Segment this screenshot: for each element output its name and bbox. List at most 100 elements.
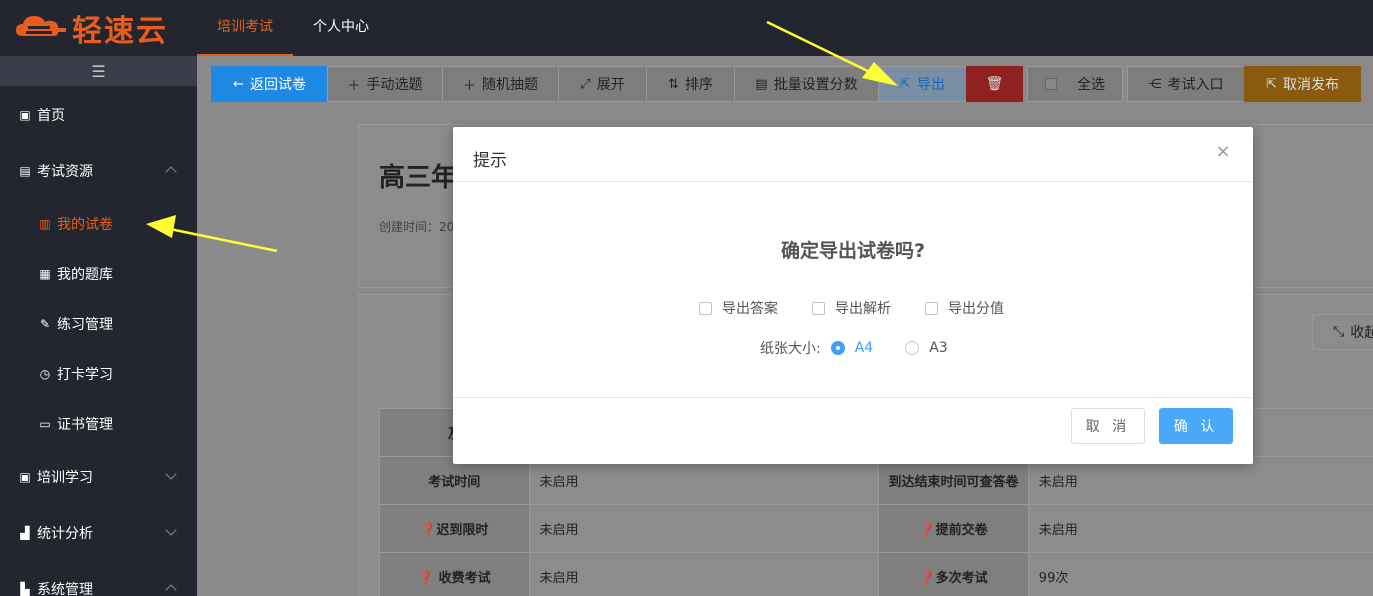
cancel-button[interactable]: 取 消 (1071, 408, 1145, 444)
top-bar: 轻速云 培训考试 个人中心 (0, 0, 1373, 56)
checkbox-icon[interactable] (812, 301, 825, 315)
option-label: 导出解析 (835, 301, 891, 317)
manual-select-button[interactable]: ＋ 手动选题 (327, 66, 443, 102)
checkbox-icon (1045, 78, 1057, 90)
chevron-up-icon (165, 166, 177, 178)
sidebar-item-label: 系统管理 (37, 582, 93, 596)
dialog-title: 提示 (473, 151, 507, 171)
exam-entry-button[interactable]: ⋲ 考试入口 (1127, 66, 1245, 102)
certificate-icon: ▭ (39, 417, 51, 431)
table-value: 未启用 (1027, 504, 1373, 553)
select-all-button[interactable]: 全选 (1027, 66, 1123, 102)
sidebar-item-label: 我的题库 (57, 267, 113, 283)
dialog-question: 确定导出试卷吗? (780, 240, 926, 262)
close-icon[interactable]: × (1215, 143, 1231, 161)
sidebar-toggle[interactable]: ☰ (0, 56, 197, 86)
sort-icon: ⇅ (668, 76, 679, 92)
sidebar-item-my-question-bank[interactable]: ▦ 我的题库 (0, 249, 197, 299)
sidebar: ☰ ▣ 首页 ▤ 考试资源 ▥ 我的试卷 ▦ 我的题库 ✎ 练习管理 ◷ 打卡学… (0, 56, 197, 596)
paper-title: 高三年 (379, 163, 458, 193)
sidebar-item-label: 考试资源 (37, 164, 93, 180)
export-options: 导出答案 导出解析 导出分值 (699, 298, 1038, 318)
button-label: 导出 (916, 77, 945, 93)
cloud-logo-icon (16, 16, 66, 36)
option-label: 导出分值 (948, 301, 1004, 317)
paper-size-row: 纸张大小: A4 A3 (760, 338, 948, 358)
expand-button[interactable]: ⤢ 展开 (558, 66, 647, 102)
sort-button[interactable]: ⇅ 排序 (646, 66, 735, 102)
checkbox-icon[interactable] (699, 301, 712, 315)
table-value: 未启用 (528, 552, 880, 596)
button-label: 随机抽题 (482, 77, 538, 93)
plus-icon: ＋ (347, 78, 361, 94)
back-to-papers-button[interactable]: ← 返回试卷 (211, 66, 328, 102)
sidebar-item-statistics[interactable]: ▟ 统计分析 (0, 508, 197, 558)
sidebar-item-training[interactable]: ▣ 培训学习 (0, 452, 197, 502)
question-bank-icon: ▦ (39, 267, 51, 281)
export-dialog: 提示 × 确定导出试卷吗? 导出答案 导出解析 导出分值 纸张大小: A4 A3… (453, 127, 1253, 464)
button-label: 取消发布 (1282, 77, 1339, 93)
option-export-answers[interactable]: 导出答案 (699, 298, 778, 318)
unpublish-button[interactable]: ⇱ 取消发布 (1244, 66, 1361, 102)
sidebar-item-label: 练习管理 (57, 317, 113, 333)
dialog-footer: 取 消 确 认 (453, 397, 1253, 464)
top-nav-training-exam[interactable]: 培训考试 (197, 0, 293, 56)
sidebar-item-label: 统计分析 (37, 526, 93, 542)
sidebar-item-my-papers[interactable]: ▥ 我的试卷 (0, 199, 197, 249)
checkbox-icon[interactable] (925, 301, 938, 315)
table-row: ❓迟到限时 未启用 ❓提前交卷 未启用 (379, 504, 1373, 553)
button-label: 全选 (1077, 77, 1105, 93)
dialog-header: 提示 × (453, 127, 1253, 182)
menu-icon: ☰ (91, 61, 106, 81)
button-label: 手动选题 (366, 77, 423, 93)
random-select-button[interactable]: ＋ 随机抽题 (442, 66, 559, 102)
chevron-down-icon (165, 524, 177, 536)
batch-score-button[interactable]: ▤ 批量设置分数 (734, 66, 879, 102)
radio-a4-label[interactable]: A4 (855, 340, 873, 356)
edit-icon: ⇱ (1266, 76, 1277, 92)
option-export-scores[interactable]: 导出分值 (925, 298, 1004, 318)
trash-icon: 🗑 (985, 76, 1004, 92)
top-nav: 培训考试 个人中心 (197, 0, 389, 56)
logo[interactable]: 轻速云 (14, 6, 184, 50)
settings-icon: ▙ (20, 582, 30, 596)
export-button[interactable]: ⇱ 导出 (878, 66, 967, 102)
exam-resource-icon: ▤ (19, 164, 31, 178)
sidebar-item-checkin[interactable]: ◷ 打卡学习 (0, 349, 197, 399)
pen-icon: ✎ (39, 317, 51, 331)
button-label: 排序 (684, 77, 713, 93)
confirm-button[interactable]: 确 认 (1159, 408, 1233, 444)
sidebar-item-home[interactable]: ▣ 首页 (0, 90, 197, 140)
sidebar-item-label: 我的试卷 (57, 217, 113, 233)
sidebar-item-exam-resources[interactable]: ▤ 考试资源 (0, 146, 197, 196)
table-label: ❓ 收费考试 (379, 552, 530, 596)
home-icon: ▣ (19, 108, 31, 122)
button-label: 收起 (1350, 325, 1373, 341)
table-label: ❓提前交卷 (878, 504, 1029, 553)
sidebar-item-label: 培训学习 (37, 470, 93, 486)
collapse-icon: ⤡ (1333, 324, 1345, 340)
paper-icon: ▥ (39, 217, 51, 231)
radio-a3[interactable] (905, 341, 920, 355)
radio-a3-label[interactable]: A3 (929, 340, 947, 356)
delete-button[interactable]: 🗑 (966, 66, 1023, 102)
logo-text: 轻速云 (72, 14, 168, 49)
share-icon: ⋲ (1148, 76, 1162, 92)
sidebar-item-label: 打卡学习 (57, 367, 113, 383)
radio-a4[interactable] (830, 341, 845, 355)
top-nav-personal-center[interactable]: 个人中心 (293, 0, 389, 56)
arrow-left-icon: ← (233, 76, 244, 92)
table-value: 未启用 (528, 504, 880, 553)
sidebar-item-certificates[interactable]: ▭ 证书管理 (0, 399, 197, 449)
option-label: 导出答案 (722, 301, 778, 317)
collapse-button[interactable]: ⤡ 收起 (1312, 314, 1373, 350)
plus-icon: ＋ (462, 78, 476, 94)
export-icon: ⇱ (900, 76, 911, 92)
sidebar-item-practice[interactable]: ✎ 练习管理 (0, 299, 197, 349)
sidebar-item-system[interactable]: ▙ 系统管理 (0, 564, 197, 596)
alarm-icon: ◷ (39, 367, 51, 381)
option-export-analysis[interactable]: 导出解析 (812, 298, 891, 318)
toolbar: ← 返回试卷 ＋ 手动选题 ＋ 随机抽题 ⤢ 展开 ⇅ 排序 ▤ 批量设置分数 … (211, 66, 1361, 102)
sidebar-item-label: 证书管理 (57, 417, 113, 433)
table-label: ❓迟到限时 (379, 504, 530, 553)
